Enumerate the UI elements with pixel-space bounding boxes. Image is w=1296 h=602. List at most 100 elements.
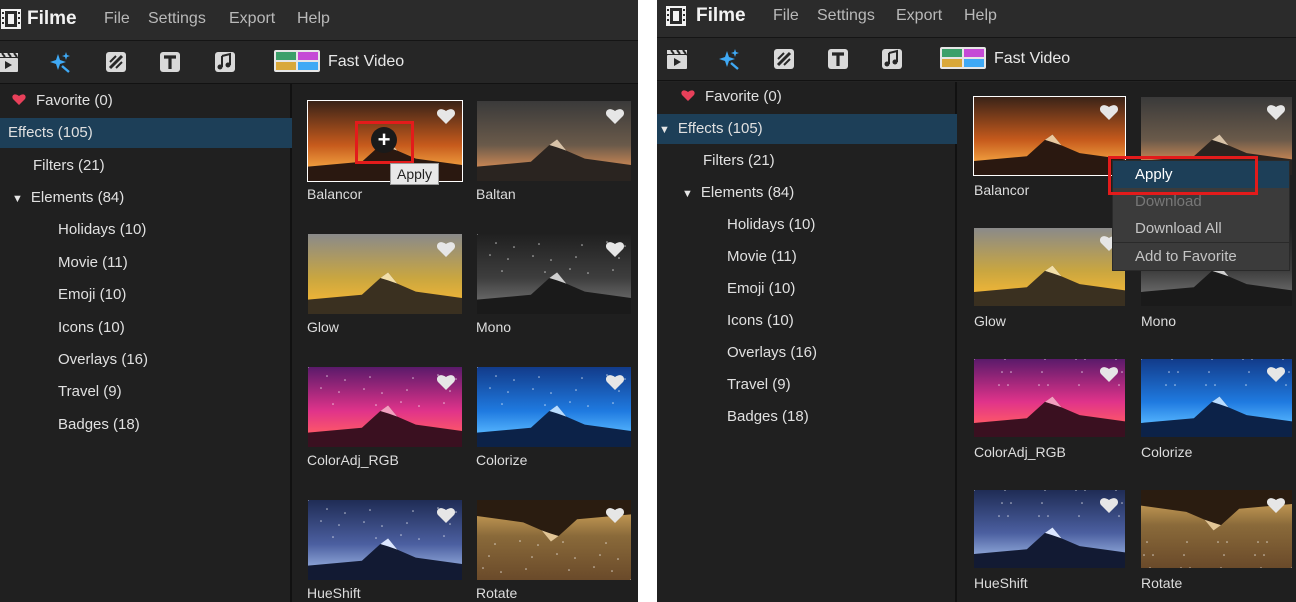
effect-thumbnail-glow[interactable] <box>974 228 1125 306</box>
sidebar-item-label: Filters (21) <box>33 157 105 174</box>
favorite-heart-icon[interactable] <box>1099 103 1119 121</box>
sidebar-item-effects[interactable]: Effects (105) <box>0 118 298 148</box>
fast-video-label[interactable]: Fast Video <box>994 50 1070 68</box>
context-download-all[interactable]: Download All <box>1113 215 1289 242</box>
sidebar-item-favorite[interactable]: Favorite (0) <box>657 82 979 112</box>
fast-video-icon[interactable] <box>274 50 320 72</box>
clapperboard-icon[interactable] <box>0 50 20 74</box>
expand-triangle-icon[interactable]: ▼ <box>682 179 693 209</box>
fast-video-icon[interactable] <box>940 47 986 69</box>
favorite-heart-icon[interactable] <box>605 373 625 391</box>
favorite-heart-icon[interactable] <box>436 373 456 391</box>
sidebar-item-label: Movie (11) <box>727 248 797 265</box>
menu-bar: Filme File Settings Export Help <box>0 0 638 41</box>
sidebar-item-label: Emoji (10) <box>727 280 796 297</box>
sidebar-item-label: Travel (9) <box>58 383 122 400</box>
effects-sparkle-icon[interactable] <box>717 47 741 71</box>
effect-label: Colorize <box>476 452 528 468</box>
menu-settings[interactable]: Settings <box>148 10 206 28</box>
sidebar-item-label: Badges (18) <box>727 408 809 425</box>
effect-thumbnail-baltan[interactable] <box>477 101 631 181</box>
menu-help[interactable]: Help <box>297 10 330 28</box>
sidebar-item-label: Holidays (10) <box>727 216 816 233</box>
effect-label: Rotate <box>476 585 518 601</box>
effects-grid: Balancor Baltan Glow Mono ColorAdj_RGB C… <box>292 84 638 602</box>
effect-thumbnail-balancor[interactable] <box>973 96 1126 176</box>
sidebar-item-filters[interactable]: Filters (21) <box>657 146 1001 176</box>
favorite-heart-icon[interactable] <box>436 107 456 125</box>
sidebar-item-label: Elements (84) <box>700 184 795 201</box>
effect-thumbnail-glow[interactable] <box>308 234 462 314</box>
highlight-box <box>1108 156 1258 195</box>
favorite-heart-icon[interactable] <box>1099 496 1119 514</box>
favorite-heart-icon[interactable] <box>1266 103 1286 121</box>
effect-thumbnail-rotate[interactable] <box>1141 490 1292 568</box>
menu-bar: Filme File Settings Export Help <box>657 0 1296 38</box>
favorite-heart-icon[interactable] <box>605 107 625 125</box>
sidebar-item-label: Holidays (10) <box>58 221 147 238</box>
favorite-heart-icon[interactable] <box>605 506 625 524</box>
effect-label: HueShift <box>307 585 361 601</box>
expand-triangle-icon[interactable]: ▼ <box>659 115 670 145</box>
text-icon[interactable] <box>826 47 850 71</box>
menu-export[interactable]: Export <box>229 10 275 28</box>
effect-label: Glow <box>974 313 1006 329</box>
effect-thumbnail-hueshift[interactable] <box>308 500 462 580</box>
effect-thumbnail-coloradj-rgb[interactable] <box>308 367 462 447</box>
apply-tooltip: Apply <box>390 163 440 185</box>
text-icon[interactable] <box>158 50 182 74</box>
filme-logo-icon <box>666 6 686 26</box>
sidebar-item-label: Effects (105) <box>8 124 93 141</box>
sidebar-item-label: Favorite (0) <box>705 88 782 105</box>
sidebar-item-label: Elements (84) <box>30 189 125 206</box>
screenshot-panel-right: Filme File Settings Export Help Fast Vid… <box>657 0 1296 602</box>
effect-label: HueShift <box>974 575 1028 591</box>
sidebar-item-label: Effects (105) <box>677 120 763 137</box>
filme-logo-icon <box>1 9 21 29</box>
effect-label: Balancor <box>974 182 1030 198</box>
music-note-icon[interactable] <box>880 47 904 71</box>
heart-icon <box>12 94 26 105</box>
clapperboard-icon[interactable] <box>665 47 689 71</box>
transition-icon[interactable] <box>104 50 128 74</box>
sidebar-item-elements[interactable]: ▼ Elements (84) <box>657 178 980 208</box>
music-note-icon[interactable] <box>213 50 237 74</box>
context-add-to-favorite[interactable]: Add to Favorite <box>1113 243 1289 270</box>
effect-label: ColorAdj_RGB <box>974 444 1066 460</box>
transition-icon[interactable] <box>772 47 796 71</box>
sidebar-item-label: Travel (9) <box>727 376 791 393</box>
favorite-heart-icon[interactable] <box>1266 496 1286 514</box>
effect-thumbnail-coloradj-rgb[interactable] <box>974 359 1125 437</box>
effect-thumbnail-rotate[interactable] <box>477 500 631 580</box>
menu-file[interactable]: File <box>104 10 130 28</box>
effect-thumbnail-colorize[interactable] <box>477 367 631 447</box>
effect-label: Glow <box>307 319 339 335</box>
favorite-heart-icon[interactable] <box>436 240 456 258</box>
sidebar-item-favorite[interactable]: Favorite (0) <box>0 86 302 116</box>
menu-help[interactable]: Help <box>964 7 997 25</box>
expand-triangle-icon[interactable]: ▼ <box>12 184 23 214</box>
favorite-heart-icon[interactable] <box>1099 365 1119 383</box>
sidebar-item-label: Overlays (16) <box>58 351 149 368</box>
menu-settings[interactable]: Settings <box>817 7 875 25</box>
effect-thumbnail-hueshift[interactable] <box>974 490 1125 568</box>
favorite-heart-icon[interactable] <box>605 240 625 258</box>
effect-thumbnail-mono[interactable] <box>477 234 631 314</box>
effect-label: Mono <box>476 319 512 335</box>
screenshot-panel-left: Filme File Settings Export Help Fast Vid… <box>0 0 638 602</box>
favorite-heart-icon[interactable] <box>436 506 456 524</box>
sidebar-item-elements[interactable]: ▼ Elements (84) <box>0 183 302 213</box>
menu-export[interactable]: Export <box>896 7 942 25</box>
app-title: Filme <box>696 5 746 26</box>
effect-thumbnail-colorize[interactable] <box>1141 359 1292 437</box>
favorite-heart-icon[interactable] <box>1266 365 1286 383</box>
fast-video-label[interactable]: Fast Video <box>328 53 404 71</box>
menu-file[interactable]: File <box>773 7 799 25</box>
sidebar-item-label: Overlays (16) <box>727 344 818 361</box>
toolbar: Fast Video <box>657 38 1296 81</box>
effects-sparkle-icon[interactable] <box>48 50 72 74</box>
sidebar-item-filters[interactable]: Filters (21) <box>0 151 323 181</box>
category-sidebar: Favorite (0) ▼ Effects (105) Filters (21)… <box>657 82 957 602</box>
sidebar-item-effects[interactable]: ▼ Effects (105) <box>657 114 957 144</box>
effect-label: Mono <box>1141 313 1177 329</box>
